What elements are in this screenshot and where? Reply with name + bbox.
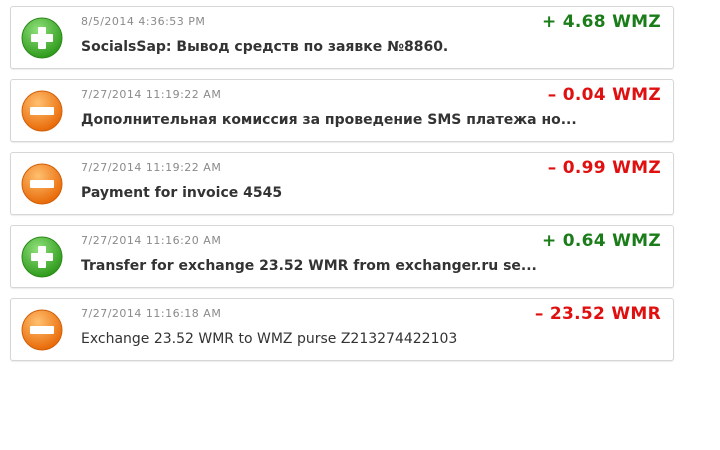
transaction-description: Transfer for exchange 23.52 WMR from exc… — [81, 258, 537, 274]
transaction-date: 7/27/2014 11:19:22 AM — [81, 88, 222, 101]
minus-icon — [21, 309, 63, 351]
transaction-item[interactable]: 7/27/2014 11:19:22 AM Payment for invoic… — [10, 152, 674, 215]
transaction-date: 7/27/2014 11:16:20 AM — [81, 234, 222, 247]
transaction-amount: + 0.64 WMZ — [541, 231, 661, 251]
plus-icon — [21, 236, 63, 278]
transaction-date: 8/5/2014 4:36:53 PM — [81, 15, 206, 28]
transaction-amount: – 23.52 WMR — [534, 304, 661, 324]
transaction-amount: – 0.99 WMZ — [547, 158, 661, 178]
minus-icon — [21, 163, 63, 205]
transaction-item[interactable]: 7/27/2014 11:16:20 AM Transfer for excha… — [10, 225, 674, 288]
plus-icon — [21, 17, 63, 59]
minus-icon — [21, 90, 63, 132]
transaction-item[interactable]: 8/5/2014 4:36:53 PM SocialsSap: Вывод ср… — [10, 6, 674, 69]
transaction-item[interactable]: 7/27/2014 11:16:18 AM Exchange 23.52 WMR… — [10, 298, 674, 361]
transaction-amount: – 0.04 WMZ — [547, 85, 661, 105]
transaction-description: Payment for invoice 4545 — [81, 185, 283, 201]
transaction-description: SocialsSap: Вывод средств по заявке №886… — [81, 39, 449, 55]
transaction-description: Дополнительная комиссия за проведение SM… — [81, 112, 577, 128]
transaction-date: 7/27/2014 11:16:18 AM — [81, 307, 222, 320]
transaction-amount: + 4.68 WMZ — [541, 12, 661, 32]
transaction-description: Exchange 23.52 WMR to WMZ purse Z2132744… — [81, 331, 458, 347]
transaction-date: 7/27/2014 11:19:22 AM — [81, 161, 222, 174]
transaction-item[interactable]: 7/27/2014 11:19:22 AM Дополнительная ком… — [10, 79, 674, 142]
transaction-list: 8/5/2014 4:36:53 PM SocialsSap: Вывод ср… — [10, 6, 674, 371]
